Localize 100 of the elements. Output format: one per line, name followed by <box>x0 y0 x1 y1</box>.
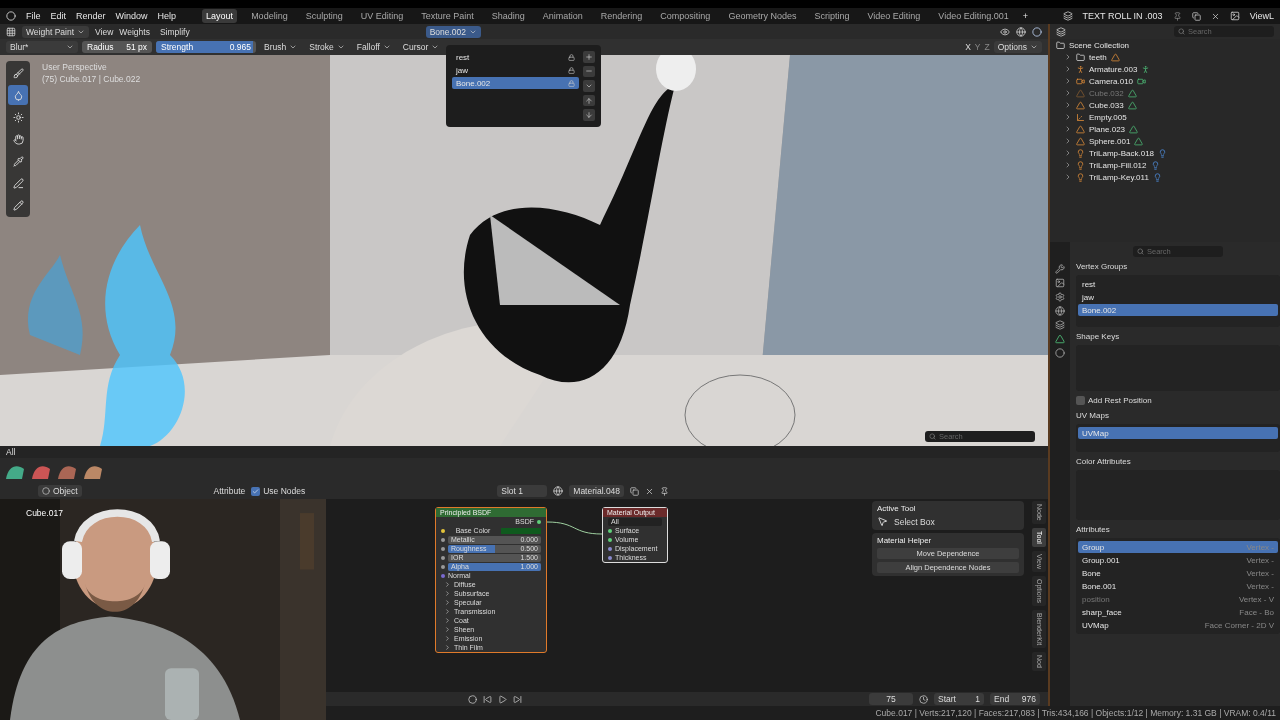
frame-field[interactable]: 75 <box>869 693 913 705</box>
outliner-item[interactable]: TriLamp-Key.011 <box>1089 172 1149 182</box>
menu-item[interactable]: Window <box>115 11 148 21</box>
pose-icon[interactable] <box>1141 64 1151 74</box>
mesh-data-icon[interactable] <box>1110 52 1120 62</box>
attribute-item[interactable]: position Vertex - V <box>1078 593 1278 605</box>
axis-toggle[interactable]: Y <box>974 42 981 52</box>
tool-menu[interactable]: Cursor <box>398 41 444 53</box>
chevron-icon <box>431 43 440 51</box>
remove-button[interactable] <box>583 65 595 78</box>
panel-title[interactable]: Vertex Groups <box>1076 260 1280 272</box>
end-field[interactable]: End 976 <box>990 693 1040 705</box>
menu-item[interactable]: Help <box>157 11 177 21</box>
workspace-tab[interactable]: Animation <box>538 9 587 23</box>
header-menu[interactable]: View <box>95 26 114 37</box>
sun-icon <box>12 111 24 123</box>
tool-menu[interactable]: Falloff <box>352 41 395 53</box>
panel-title[interactable]: Shape Keys <box>1076 330 1280 342</box>
menu-item[interactable]: File <box>26 11 41 21</box>
tool-menu[interactable]: Brush <box>260 41 302 53</box>
play-icon <box>498 694 507 704</box>
workspace-tab[interactable]: Shading <box>487 9 529 23</box>
workspace-tab[interactable]: Rendering <box>596 9 647 23</box>
workspace-tab[interactable]: UV Editing <box>356 9 408 23</box>
view-layer-name[interactable]: ViewL <box>1249 11 1274 21</box>
outliner-item[interactable]: Plane.023 <box>1089 124 1126 134</box>
outliner-item[interactable]: Cube.033 <box>1089 100 1124 110</box>
outliner-item[interactable]: TriLamp-Back.018 <box>1089 148 1155 158</box>
vertex-group-item[interactable]: jaw <box>452 64 579 76</box>
panel-title[interactable]: Material Helper <box>877 536 1019 545</box>
asset-tab[interactable]: All <box>6 447 16 457</box>
slot-dropdown[interactable]: Slot 1 <box>497 485 548 497</box>
outliner-item[interactable]: Scene Collection <box>1069 40 1130 50</box>
workspace-tab[interactable]: Modeling <box>247 9 292 23</box>
workspace-tab[interactable]: Sculpting <box>301 9 347 23</box>
outliner-item[interactable]: TriLamp-Fill.012 <box>1089 160 1147 170</box>
outliner-item[interactable]: Empty.005 <box>1089 112 1127 122</box>
add-workspace-button[interactable]: + <box>1022 11 1028 21</box>
vertex-group-item[interactable]: rest <box>452 51 579 63</box>
attribute-item[interactable]: Group.001 Vertex - <box>1078 554 1278 566</box>
outliner-item[interactable]: teeth <box>1089 52 1107 62</box>
workspace-tab[interactable]: Video Editing.001 <box>934 9 1013 23</box>
properties-tab-icon[interactable] <box>1055 320 1065 330</box>
workspace-tab[interactable]: Compositing <box>656 9 715 23</box>
vertex-group-item[interactable]: Bone.002 <box>452 77 579 89</box>
workspace-tab[interactable]: Scripting <box>810 9 854 23</box>
outliner-item[interactable]: Sphere.001 <box>1089 136 1131 146</box>
panel-title[interactable]: Attributes <box>1076 523 1280 535</box>
add-button[interactable] <box>583 51 595 63</box>
strength-slider[interactable]: Strength 0.965 <box>156 41 256 53</box>
menu-button[interactable] <box>583 80 595 92</box>
move-up-button[interactable] <box>583 94 595 107</box>
workspace-tab[interactable]: Texture Paint <box>417 9 478 23</box>
vertex-group-item[interactable]: Bone.002 <box>1078 304 1278 316</box>
workspace-tab[interactable]: Geometry Nodes <box>724 9 801 23</box>
color-swatch[interactable] <box>501 527 541 534</box>
panel-title[interactable]: Color Attributes <box>1076 455 1280 467</box>
menu-item[interactable]: Edit <box>50 11 67 21</box>
header-menu[interactable]: Weights <box>119 26 150 37</box>
attribute-item[interactable]: Bone.001 Vertex - <box>1078 580 1278 592</box>
uv-map-item[interactable]: UVMap <box>1078 427 1278 439</box>
material-name-field[interactable]: Material.048 <box>569 485 625 497</box>
panel-title[interactable]: UV Maps <box>1076 409 1280 421</box>
object-dropdown[interactable]: Object <box>38 485 82 497</box>
options-dropdown[interactable]: Options <box>993 41 1042 53</box>
attribute-item[interactable]: Bone Vertex - <box>1078 567 1278 579</box>
lamp-data-icon[interactable] <box>1150 160 1160 170</box>
radius-field[interactable]: Radius 51 px <box>82 41 152 53</box>
outliner-item[interactable]: Camera.010 <box>1089 76 1134 86</box>
outliner-item[interactable]: Armature.003 <box>1089 64 1138 74</box>
properties-tab-icon[interactable] <box>1055 264 1065 274</box>
scene-name[interactable]: TEXT ROLL IN .003 <box>1082 11 1163 21</box>
properties-tab-icon[interactable] <box>1055 306 1065 316</box>
simplify-button[interactable]: Simplify <box>155 25 194 38</box>
tool-menu[interactable]: Stroke <box>305 41 349 53</box>
chevron-icon <box>585 82 593 90</box>
vertex-group-item[interactable]: jaw <box>1078 291 1278 303</box>
attribute-item[interactable]: UVMap Face Corner - 2D V <box>1078 619 1278 631</box>
brush-dropdown[interactable]: Blur* <box>6 41 78 53</box>
panel-title[interactable]: Active Tool <box>877 504 1019 513</box>
start-field[interactable]: Start 1 <box>934 693 984 705</box>
lamp-data-icon[interactable] <box>1152 172 1162 182</box>
use-nodes-checkbox[interactable]: Use Nodes <box>251 486 306 496</box>
bone-dropdown[interactable]: Bone.002 <box>425 25 482 38</box>
camera-data-icon[interactable] <box>1137 76 1147 86</box>
lamp-data-icon[interactable] <box>1158 148 1168 158</box>
workspace-tab[interactable]: Layout <box>202 9 238 23</box>
move-down-button[interactable] <box>583 109 595 121</box>
tool-button[interactable] <box>8 85 28 105</box>
properties-tab-icon[interactable] <box>1055 278 1065 288</box>
vertex-group-item[interactable]: rest <box>1078 278 1278 290</box>
add-rest-position-checkbox[interactable]: Add Rest Position <box>1076 394 1280 406</box>
mode-dropdown[interactable]: Weight Paint <box>22 25 90 38</box>
workspace-tab[interactable]: Video Editing <box>863 9 925 23</box>
attribute-item[interactable]: sharp_face Face - Bo <box>1078 606 1278 618</box>
attribute-menu[interactable]: Attribute <box>213 486 246 496</box>
menu-item[interactable]: Render <box>76 11 106 21</box>
axis-toggle[interactable]: X <box>965 42 971 52</box>
axis-toggle[interactable]: Z <box>984 42 990 52</box>
properties-tab-icon[interactable] <box>1055 292 1065 302</box>
